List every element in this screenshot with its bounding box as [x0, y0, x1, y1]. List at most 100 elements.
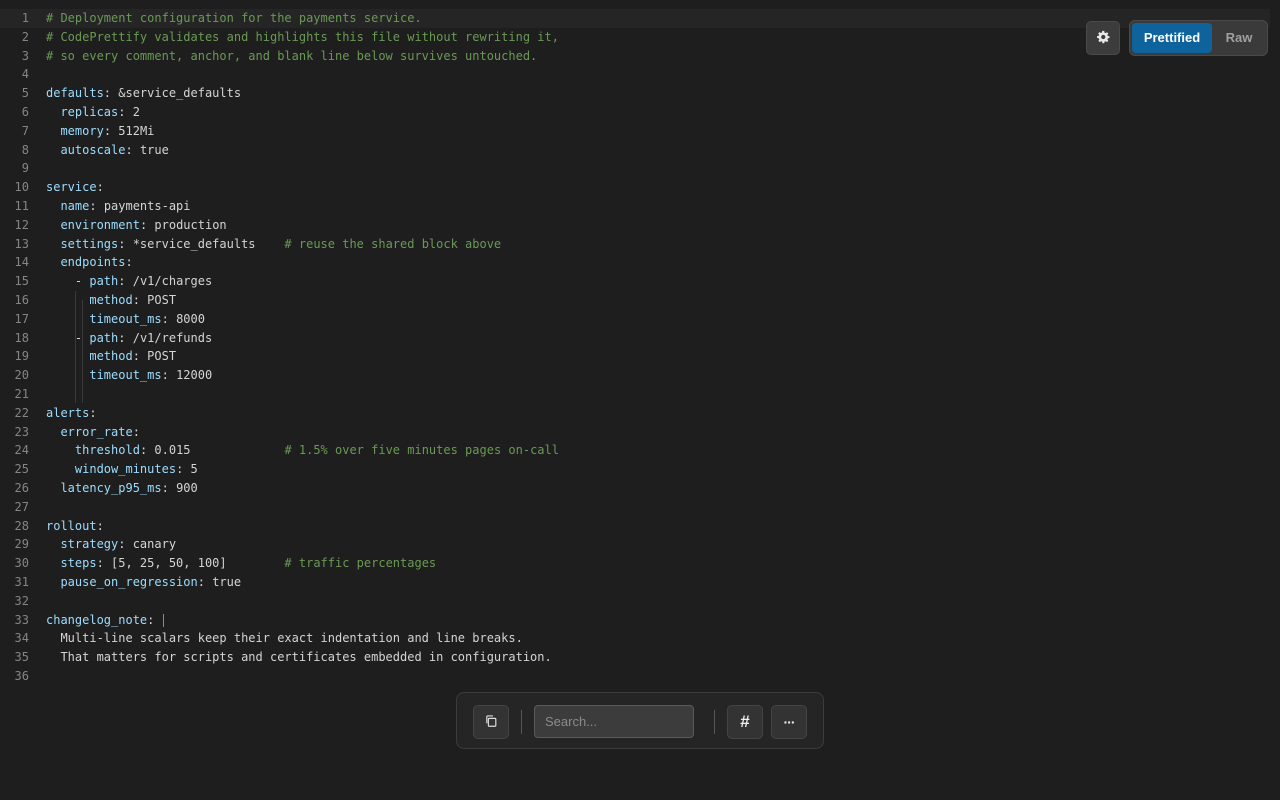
- code-line[interactable]: 6 replicas: 2: [0, 103, 1270, 122]
- line-content: defaults: &service_defaults: [46, 84, 241, 103]
- code-token: :: [89, 405, 97, 420]
- code-editor[interactable]: 1 # Deployment configuration for the paym…: [0, 0, 1280, 800]
- line-content: environment: production: [46, 216, 226, 235]
- line-numbers-toggle-button[interactable]: #: [727, 705, 763, 739]
- line-content: # so every comment, anchor, and blank li…: [46, 47, 537, 66]
- yaml-key: service: [46, 180, 97, 195]
- code-line[interactable]: 21: [0, 385, 1270, 404]
- line-number: 36: [14, 668, 29, 683]
- code-token: 900: [176, 480, 198, 495]
- line-number: 11: [14, 198, 29, 213]
- line-number: 4: [21, 67, 29, 82]
- code-token: 12000: [176, 368, 213, 383]
- line-number: 16: [14, 292, 29, 307]
- code-line[interactable]: 25 window_minutes: 5: [0, 460, 1270, 479]
- more-options-button[interactable]: ···: [771, 705, 807, 739]
- yaml-key: method: [89, 349, 133, 364]
- code-token: :: [176, 462, 191, 477]
- code-token: *service_defaults: [132, 236, 285, 251]
- code-line[interactable]: 19 method: POST: [0, 347, 1270, 366]
- settings-button[interactable]: [1086, 21, 1120, 55]
- code-token: :: [125, 255, 133, 270]
- code-token: :: [96, 518, 104, 533]
- yaml-key: environment: [60, 217, 140, 232]
- code-line[interactable]: 22 alerts:: [0, 404, 1270, 423]
- line-number: 26: [14, 480, 29, 495]
- code-line[interactable]: 28 rollout:: [0, 517, 1270, 536]
- code-token: :: [103, 123, 119, 138]
- code-token: [5, 25, 50, 100]: [111, 556, 285, 571]
- code-line[interactable]: 8 autoscale: true: [0, 141, 1270, 160]
- code-line[interactable]: 14 endpoints:: [0, 253, 1270, 272]
- raw-tab[interactable]: Raw: [1214, 23, 1264, 53]
- code-line[interactable]: 24 threshold: 0.015 # 1.5% over five min…: [0, 441, 1270, 460]
- code-line[interactable]: 11 name: payments-api: [0, 197, 1270, 216]
- code-line[interactable]: 31 pause_on_regression: true: [0, 573, 1270, 592]
- code-line[interactable]: 2 # CodePrettify validates and highlights…: [0, 28, 1270, 47]
- line-number: 33: [14, 612, 29, 627]
- prettified-tab[interactable]: Prettified: [1132, 23, 1212, 53]
- code-area[interactable]: 1 # Deployment configuration for the paym…: [0, 9, 1270, 686]
- line-number: 31: [14, 574, 29, 589]
- line-content: pause_on_regression: true: [46, 573, 241, 592]
- line-content: window_minutes: 5: [46, 460, 198, 479]
- code-line[interactable]: 18 - path: /v1/refunds: [0, 329, 1270, 348]
- yaml-key: settings: [60, 236, 119, 251]
- code-token: 5: [190, 462, 198, 477]
- code-line[interactable]: 16 method: POST: [0, 291, 1270, 310]
- yaml-key: autoscale: [60, 142, 126, 157]
- code-token: canary: [132, 537, 177, 552]
- line-number: 15: [14, 274, 29, 289]
- yaml-key: memory: [60, 123, 104, 138]
- code-line[interactable]: 1 # Deployment configuration for the paym…: [0, 9, 1270, 28]
- code-line[interactable]: 34 Multi-line scalars keep their exact i…: [0, 629, 1270, 648]
- copy-button[interactable]: [473, 705, 509, 739]
- code-token: :: [118, 104, 133, 119]
- line-content: threshold: 0.015 # 1.5% over five minute…: [46, 441, 559, 460]
- search-input[interactable]: [534, 705, 694, 738]
- line-content: service:: [46, 178, 104, 197]
- code-line[interactable]: 7 memory: 512Mi: [0, 122, 1270, 141]
- code-line[interactable]: 33 changelog_note:: [0, 611, 1270, 630]
- line-content: latency_p95_ms: 900: [46, 479, 198, 498]
- yaml-key: latency_p95_ms: [60, 480, 162, 495]
- code-token: :: [125, 142, 140, 157]
- line-content: rollout:: [46, 517, 104, 536]
- code-line[interactable]: 36: [0, 667, 1270, 686]
- code-line[interactable]: 23 error_rate:: [0, 423, 1270, 442]
- code-line[interactable]: 10 service:: [0, 178, 1270, 197]
- line-content: method: POST: [46, 347, 176, 366]
- line-number: 6: [21, 104, 29, 119]
- code-line[interactable]: 5 defaults: &service_defaults: [0, 84, 1270, 103]
- code-line[interactable]: 29 strategy: canary: [0, 535, 1270, 554]
- line-number: 3: [21, 48, 29, 63]
- line-number: 28: [14, 518, 29, 533]
- code-line[interactable]: 32: [0, 592, 1270, 611]
- line-content: replicas: 2: [46, 103, 139, 122]
- code-line[interactable]: 15 - path: /v1/charges: [0, 272, 1270, 291]
- code-line[interactable]: 17 timeout_ms: 8000: [0, 310, 1270, 329]
- code-line[interactable]: 9: [0, 159, 1270, 178]
- line-number: 17: [14, 311, 29, 326]
- code-line[interactable]: 35 That matters for scripts and certific…: [0, 648, 1270, 667]
- line-content: method: POST: [46, 291, 176, 310]
- line-content: Multi-line scalars keep their exact inde…: [46, 629, 522, 648]
- code-token: :: [132, 349, 148, 364]
- code-line[interactable]: 12 environment: production: [0, 216, 1270, 235]
- line-content: endpoints:: [46, 253, 133, 272]
- code-line[interactable]: 20 timeout_ms: 12000: [0, 366, 1270, 385]
- code-token: -: [46, 274, 90, 289]
- code-line[interactable]: 13 settings: *service_defaults # reuse t…: [0, 235, 1270, 254]
- code-token: :: [161, 368, 177, 383]
- yaml-key: threshold: [74, 443, 140, 458]
- code-line[interactable]: 3 # so every comment, anchor, and blank l…: [0, 47, 1270, 66]
- code-line[interactable]: 4: [0, 65, 1270, 84]
- code-line[interactable]: 26 latency_p95_ms: 900: [0, 479, 1270, 498]
- line-content: error_rate:: [46, 423, 139, 442]
- code-line[interactable]: 27: [0, 498, 1270, 517]
- code-line[interactable]: 30 steps: [5, 25, 50, 100] # traffic per…: [0, 554, 1270, 573]
- line-number: 13: [14, 236, 29, 251]
